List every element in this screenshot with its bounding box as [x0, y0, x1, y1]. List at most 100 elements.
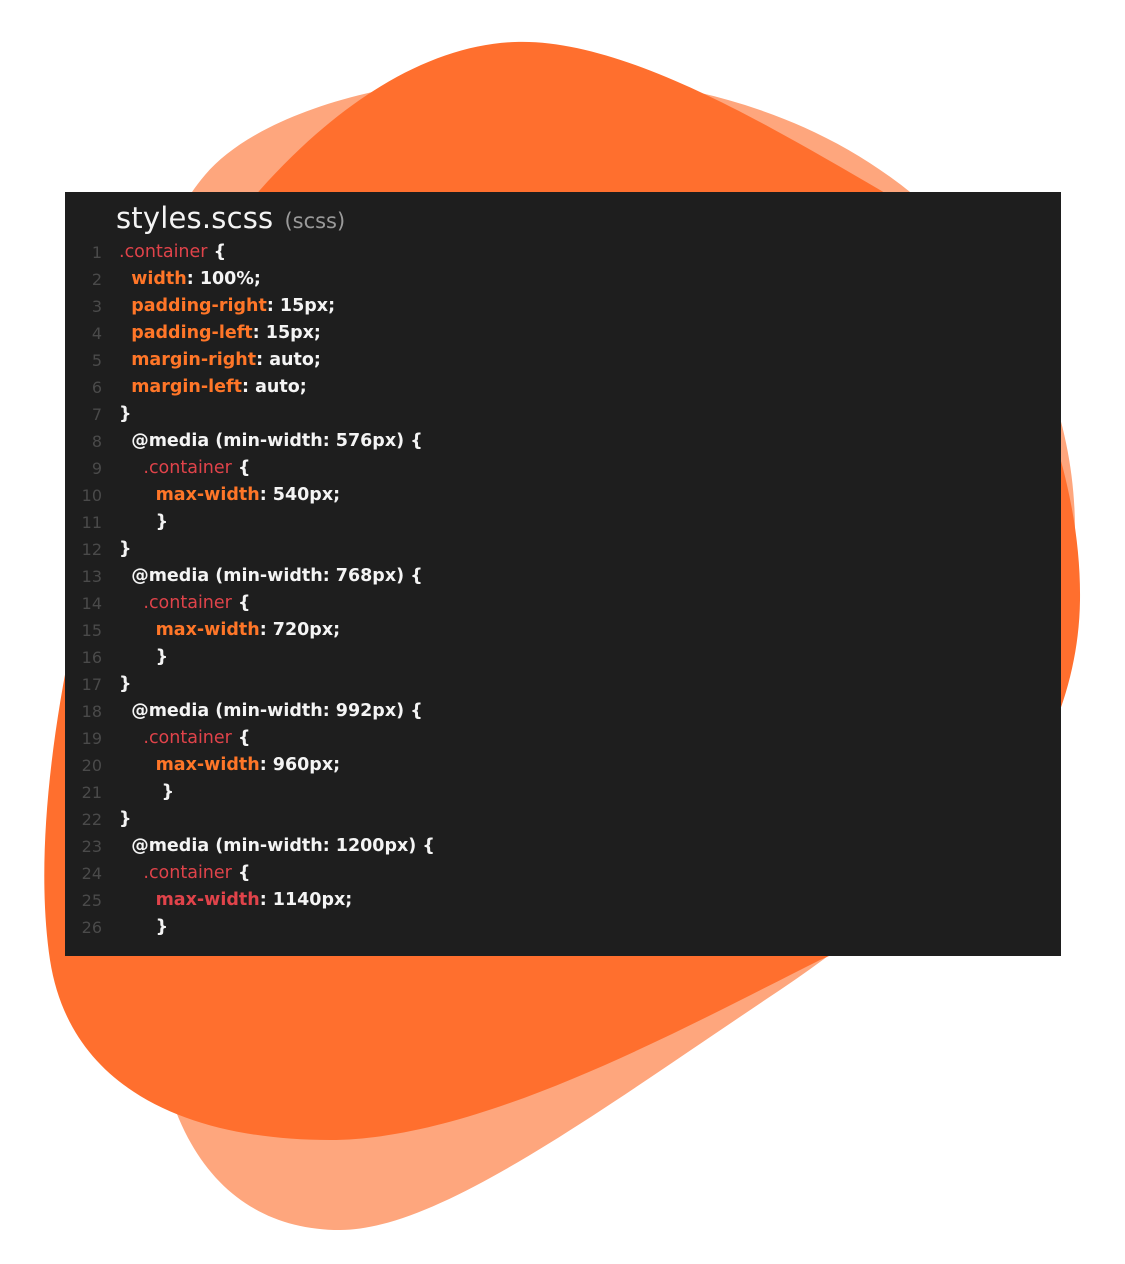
code-line: 21 } — [65, 779, 1061, 806]
code-punctuation: { — [231, 593, 251, 613]
code-property: margin-left — [131, 377, 242, 397]
code-value: 100%; — [199, 269, 261, 289]
line-number: 25 — [81, 891, 102, 910]
code-selector: .container — [143, 458, 232, 478]
code-line: 8 @media (min-width: 576px) { — [65, 428, 1061, 455]
code-line: 22} — [65, 806, 1061, 833]
line-number: 17 — [81, 675, 102, 694]
line-number: 3 — [91, 297, 102, 316]
code-text: @media (min-width: 768px) { — [119, 563, 423, 590]
code-value: 960px; — [272, 755, 341, 775]
code-selector: .container — [143, 863, 232, 883]
code-line: 25 max-width: 1140px; — [65, 887, 1061, 914]
line-number: 7 — [91, 405, 102, 424]
code-value: auto; — [269, 350, 321, 370]
line-number: 14 — [81, 594, 102, 613]
code-line: 24 .container { — [65, 860, 1061, 887]
line-number: 16 — [81, 648, 102, 667]
code-selector: .container — [143, 728, 232, 748]
code-punctuation: } — [119, 674, 132, 694]
line-number: 6 — [91, 378, 102, 397]
code-property: max-width — [155, 485, 260, 505]
line-number: 22 — [81, 810, 102, 829]
code-punctuation: } — [155, 512, 169, 532]
code-text: @media (min-width: 576px) { — [119, 428, 423, 455]
code-line: 10 max-width: 540px; — [65, 482, 1061, 509]
file-name: styles.scss — [116, 201, 274, 235]
code-punctuation: : — [256, 350, 270, 370]
code-at-rule: @media (min-width: 992px) { — [131, 701, 423, 721]
code-line: 15 max-width: 720px; — [65, 617, 1061, 644]
code-line: 23 @media (min-width: 1200px) { — [65, 833, 1061, 860]
line-number: 5 — [91, 351, 102, 370]
line-number: 15 — [81, 621, 102, 640]
line-number: 24 — [81, 864, 102, 883]
file-title: styles.scss (scss) — [116, 198, 345, 238]
code-line: 16 } — [65, 644, 1061, 671]
line-number: 26 — [81, 918, 102, 937]
line-number: 21 — [81, 783, 102, 802]
code-line: 4 padding-left: 15px; — [65, 320, 1061, 347]
code-text: max-width: 1140px; — [119, 887, 353, 914]
code-punctuation: : — [259, 620, 273, 640]
code-property: max-width — [155, 890, 260, 910]
code-text: .container { — [119, 239, 226, 266]
line-number: 18 — [81, 702, 102, 721]
code-text: width: 100%; — [119, 266, 261, 293]
code-property: padding-right — [131, 296, 267, 316]
code-punctuation: } — [119, 404, 132, 424]
code-line: 20 max-width: 960px; — [65, 752, 1061, 779]
code-selector: .container — [119, 242, 208, 262]
code-line: 17} — [65, 671, 1061, 698]
code-text: margin-left: auto; — [119, 374, 307, 401]
code-line: 7} — [65, 401, 1061, 428]
code-value: 1140px; — [272, 890, 353, 910]
code-value: 540px; — [272, 485, 341, 505]
code-line: 11 } — [65, 509, 1061, 536]
code-text: } — [119, 914, 168, 941]
code-value: 15px; — [265, 323, 321, 343]
code-text: @media (min-width: 992px) { — [119, 698, 423, 725]
code-at-rule: @media (min-width: 576px) { — [131, 431, 423, 451]
code-editor-window: styles.scss (scss) 1 .container {2 width:… — [65, 192, 1061, 956]
line-number: 11 — [81, 513, 102, 532]
code-line: 9 .container { — [65, 455, 1061, 482]
code-at-rule: @media (min-width: 1200px) { — [131, 836, 435, 856]
code-value: auto; — [255, 377, 307, 397]
code-line: 6 margin-left: auto; — [65, 374, 1061, 401]
line-number: 1 — [91, 243, 102, 262]
line-number: 4 — [91, 324, 102, 343]
code-text: } — [119, 401, 131, 428]
code-text: } — [119, 536, 131, 563]
code-text: max-width: 720px; — [119, 617, 341, 644]
code-text: .container { — [119, 860, 250, 887]
line-number: 10 — [81, 486, 102, 505]
line-number: 19 — [81, 729, 102, 748]
code-selector: .container — [143, 593, 232, 613]
code-line: 18 @media (min-width: 992px) { — [65, 698, 1061, 725]
code-punctuation: { — [231, 458, 251, 478]
code-punctuation: } — [155, 917, 169, 937]
code-property: width — [131, 269, 187, 289]
code-value: 15px; — [279, 296, 336, 316]
code-at-rule: @media (min-width: 768px) { — [131, 566, 423, 586]
code-property: max-width — [155, 620, 260, 640]
code-text: max-width: 540px; — [119, 482, 341, 509]
code-lines: 1 .container {2 width: 100%; 3 padding-rig… — [65, 239, 1061, 941]
code-punctuation: } — [119, 809, 132, 829]
line-number: 2 — [91, 270, 102, 289]
code-property: margin-right — [131, 350, 257, 370]
code-line: 1 .container { — [65, 239, 1061, 266]
